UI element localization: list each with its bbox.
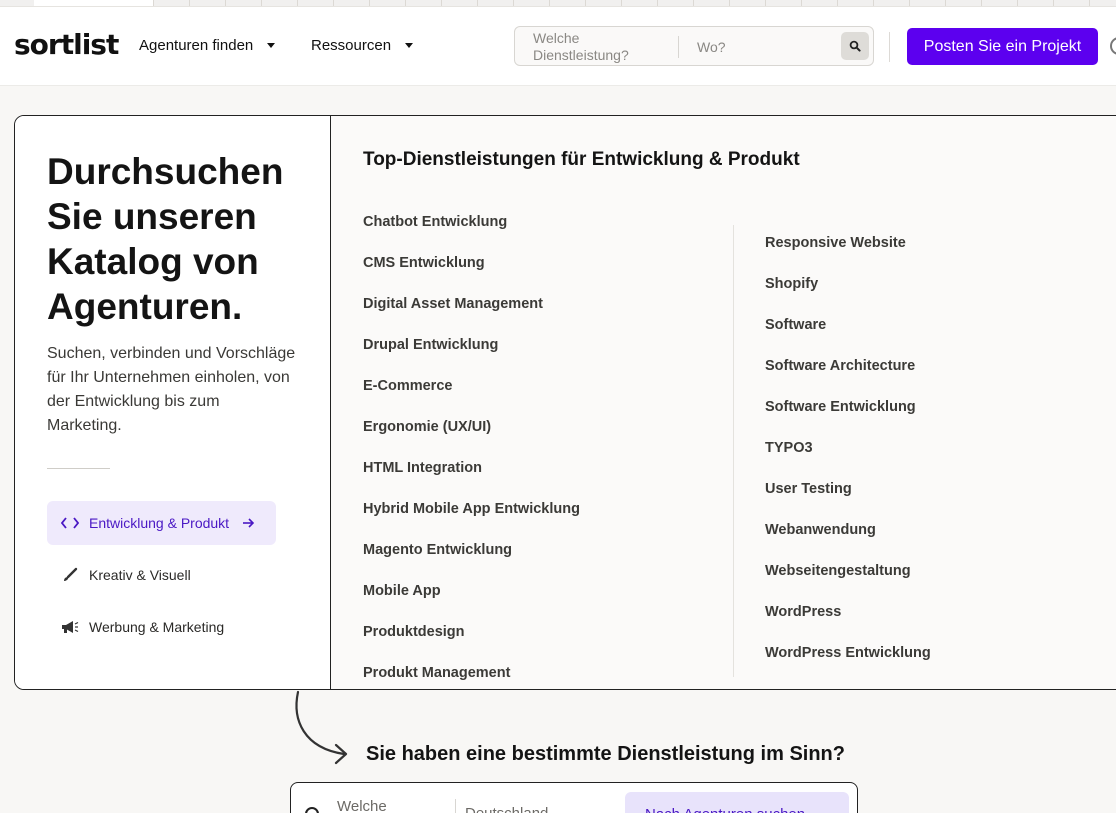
sortlist-logo[interactable]: sortlist: [14, 28, 119, 61]
tab[interactable]: [766, 0, 802, 6]
bottom-service-input[interactable]: Welche: [337, 798, 387, 813]
service-link[interactable]: Shopify: [765, 276, 931, 317]
service-link[interactable]: Software: [765, 317, 931, 358]
tab[interactable]: [514, 0, 550, 6]
search-icon: [305, 807, 319, 813]
services-title: Top-Dienstleistungen für Entwicklung & P…: [363, 149, 800, 170]
tab[interactable]: [694, 0, 730, 6]
nav-agenturen-finden[interactable]: Agenturen finden: [139, 37, 276, 54]
tab[interactable]: [370, 0, 406, 6]
category-kreativ-visuell[interactable]: Kreativ & Visuell: [47, 553, 276, 597]
service-link[interactable]: User Testing: [765, 481, 931, 522]
service-link[interactable]: WordPress: [765, 604, 931, 645]
services-list-left: Chatbot Entwicklung CMS Entwicklung Digi…: [363, 214, 580, 689]
service-link[interactable]: Webanwendung: [765, 522, 931, 563]
search-divider: [678, 36, 679, 58]
site-header: sortlist Agenturen finden Ressourcen Wel…: [0, 7, 1116, 86]
service-link[interactable]: Magento Entwicklung: [363, 542, 580, 583]
catalog-card: Durchsuchen Sie unseren Katalog von Agen…: [14, 115, 1116, 690]
catalog-lead: Suchen, verbinden und Vorschläge für Ihr…: [47, 345, 296, 434]
bottom-search-title: Sie haben eine bestimmte Dienstleistung …: [366, 743, 845, 765]
account-icon[interactable]: [1110, 37, 1116, 55]
tab[interactable]: [226, 0, 262, 6]
service-link[interactable]: Ergonomie (UX/UI): [363, 419, 580, 460]
nav-label: Ressourcen: [311, 37, 392, 54]
service-link[interactable]: Webseitengestaltung: [765, 563, 931, 604]
tab[interactable]: [406, 0, 442, 6]
tab[interactable]: [1054, 0, 1090, 6]
browser-tab-strip: [0, 0, 1116, 7]
tab[interactable]: [154, 0, 190, 6]
header-divider: [889, 32, 890, 62]
service-link[interactable]: E-Commerce: [363, 378, 580, 419]
nav-label: Agenturen finden: [139, 37, 254, 54]
tab[interactable]: [550, 0, 586, 6]
code-icon: [59, 515, 81, 531]
service-link[interactable]: Digital Asset Management: [363, 296, 580, 337]
tab[interactable]: [298, 0, 334, 6]
tab[interactable]: [262, 0, 298, 6]
service-link[interactable]: Software Architecture: [765, 358, 931, 399]
service-link[interactable]: CMS Entwicklung: [363, 255, 580, 296]
tab[interactable]: [586, 0, 622, 6]
arrow-right-icon: [243, 515, 255, 531]
tab[interactable]: [946, 0, 982, 6]
bottom-search-bar: Welche Deutschland Nach Agenturen suchen: [290, 782, 858, 813]
tab[interactable]: [190, 0, 226, 6]
catalog-headline: Durchsuchen Sie unseren Katalog von Agen…: [47, 151, 284, 327]
category-entwicklung-produkt[interactable]: Entwicklung & Produkt: [47, 501, 276, 545]
service-link[interactable]: HTML Integration: [363, 460, 580, 501]
post-project-button[interactable]: Posten Sie ein Projekt: [907, 28, 1098, 65]
tab[interactable]: [1018, 0, 1054, 6]
tab[interactable]: [838, 0, 874, 6]
service-link[interactable]: Chatbot Entwicklung: [363, 214, 580, 255]
service-link[interactable]: Responsive Website: [765, 235, 931, 276]
catalog-intro: Durchsuchen Sie unseren Katalog von Agen…: [15, 116, 331, 689]
section-divider: [47, 468, 110, 469]
location-search-input[interactable]: Wo?: [697, 39, 726, 55]
tab[interactable]: [802, 0, 838, 6]
category-werbung-marketing[interactable]: Werbung & Marketing: [47, 605, 276, 649]
tab-active[interactable]: [34, 0, 154, 6]
service-link[interactable]: Produktdesign: [363, 624, 580, 665]
tab[interactable]: [1090, 0, 1116, 6]
tab[interactable]: [622, 0, 658, 6]
tab[interactable]: [442, 0, 478, 6]
nav-ressourcen[interactable]: Ressourcen: [311, 37, 414, 54]
search-icon: [849, 40, 861, 52]
find-agencies-button[interactable]: Nach Agenturen suchen: [625, 792, 849, 813]
service-link[interactable]: Hybrid Mobile App Entwicklung: [363, 501, 580, 542]
tab[interactable]: [658, 0, 694, 6]
tab[interactable]: [874, 0, 910, 6]
tab[interactable]: [478, 0, 514, 6]
tab[interactable]: [982, 0, 1018, 6]
bottom-location-input[interactable]: Deutschland: [465, 805, 548, 813]
megaphone-icon: [59, 619, 81, 635]
tab[interactable]: [334, 0, 370, 6]
caret-down-icon: [405, 43, 414, 48]
header-search: Welche Dienstleistung? Wo?: [514, 26, 874, 66]
service-link[interactable]: Drupal Entwicklung: [363, 337, 580, 378]
category-label: Werbung & Marketing: [89, 619, 225, 635]
services-list-right: Responsive Website Shopify Software Soft…: [765, 235, 931, 686]
service-link[interactable]: Mobile App: [363, 583, 580, 624]
search-button[interactable]: [841, 32, 869, 60]
tab[interactable]: [730, 0, 766, 6]
service-link[interactable]: TYPO3: [765, 440, 931, 481]
brush-icon: [59, 567, 81, 583]
category-label: Kreativ & Visuell: [89, 567, 191, 583]
service-link[interactable]: WordPress Entwicklung: [765, 645, 931, 686]
service-link[interactable]: Software Entwicklung: [765, 399, 931, 440]
service-search-input[interactable]: Welche Dienstleistung?: [533, 30, 673, 64]
service-link[interactable]: Produkt Management: [363, 665, 580, 689]
services-pane: Top-Dienstleistungen für Entwicklung & P…: [332, 116, 1116, 689]
curved-arrow-icon: [295, 690, 348, 765]
search-divider: [455, 799, 456, 813]
caret-down-icon: [267, 43, 276, 48]
tab[interactable]: [910, 0, 946, 6]
column-divider: [733, 225, 734, 677]
category-label: Entwicklung & Produkt: [89, 515, 230, 531]
